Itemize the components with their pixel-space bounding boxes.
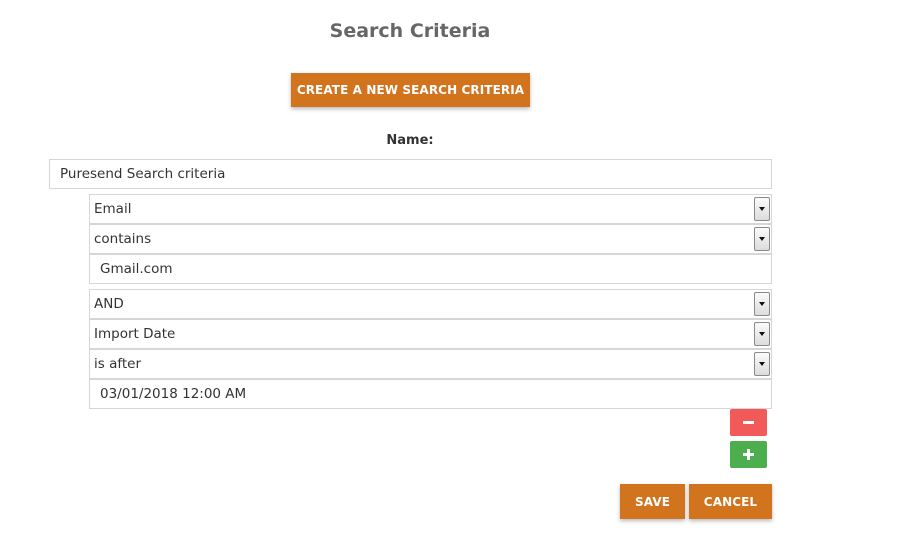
- join-select-2[interactable]: AND: [89, 289, 772, 319]
- create-search-criteria-button[interactable]: CREATE A NEW SEARCH CRITERIA: [291, 73, 530, 107]
- dropdown-arrow-icon[interactable]: [754, 352, 770, 376]
- value-input-1[interactable]: Gmail.com: [89, 254, 772, 284]
- value-input-2[interactable]: 03/01/2018 12:00 AM: [89, 379, 772, 409]
- add-criterion-button[interactable]: [730, 441, 767, 468]
- name-label: Name:: [386, 133, 434, 148]
- field-select-1-value: Email: [94, 201, 132, 217]
- field-select-2-value: Import Date: [94, 326, 176, 342]
- dropdown-arrow-icon[interactable]: [754, 292, 770, 316]
- dropdown-arrow-icon[interactable]: [754, 227, 770, 251]
- remove-criterion-button[interactable]: [730, 409, 767, 436]
- dropdown-arrow-icon[interactable]: [754, 197, 770, 221]
- plus-icon: [743, 449, 754, 460]
- operator-select-2-value: is after: [94, 356, 142, 372]
- dropdown-arrow-icon[interactable]: [754, 322, 770, 346]
- field-select-2[interactable]: Import Date: [89, 319, 772, 349]
- field-select-1[interactable]: Email: [89, 194, 772, 224]
- operator-select-1[interactable]: contains: [89, 224, 772, 254]
- name-field[interactable]: Puresend Search criteria: [49, 159, 772, 189]
- cancel-button[interactable]: CANCEL: [689, 484, 772, 519]
- save-button[interactable]: SAVE: [620, 484, 685, 519]
- join-select-2-value: AND: [94, 296, 124, 312]
- operator-select-1-value: contains: [94, 231, 152, 247]
- minus-icon: [743, 421, 754, 424]
- page-title: Search Criteria: [329, 20, 491, 42]
- operator-select-2[interactable]: is after: [89, 349, 772, 379]
